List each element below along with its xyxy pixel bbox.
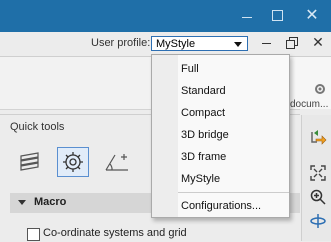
close-icon[interactable]: ✕ <box>296 0 328 32</box>
coordinate-systems-checkbox[interactable] <box>27 228 40 241</box>
fit-view-icon[interactable] <box>309 164 327 182</box>
quick-tools-title: Quick tools <box>10 121 65 133</box>
document-restore-icon[interactable] <box>286 37 298 49</box>
profile-option-compact[interactable]: Compact <box>152 103 289 125</box>
profile-option-standard[interactable]: Standard <box>152 81 289 103</box>
gear-icon[interactable] <box>57 147 89 177</box>
right-toolbar <box>301 115 331 241</box>
zoom-in-icon[interactable] <box>309 188 327 206</box>
orbit-icon[interactable] <box>309 212 327 230</box>
profile-option-full[interactable]: Full <box>152 59 289 81</box>
minimize-icon[interactable] <box>232 0 262 32</box>
user-profile-dropdown-menu: Full Standard Compact 3D bridge 3D frame… <box>151 54 290 218</box>
layers-icon[interactable] <box>14 147 46 177</box>
profile-option-configurations[interactable]: Configurations... <box>152 196 289 218</box>
profile-option-3d-bridge[interactable]: 3D bridge <box>152 125 289 147</box>
maximize-icon[interactable] <box>262 0 292 32</box>
document-close-icon[interactable]: ✕ <box>311 34 325 52</box>
dropdown-separator <box>178 192 289 193</box>
user-profile-label: User profile: <box>91 37 151 49</box>
coordinate-systems-label: Co-ordinate systems and grid <box>43 227 187 239</box>
window-title-bar: ✕ <box>0 0 331 32</box>
chevron-down-icon <box>18 200 26 205</box>
profile-option-3d-frame[interactable]: 3D frame <box>152 147 289 169</box>
chevron-down-icon <box>234 42 242 47</box>
macro-section-title: Macro <box>34 196 67 208</box>
profile-option-mystyle[interactable]: MyStyle <box>152 169 289 191</box>
user-profile-select[interactable]: MyStyle <box>151 36 248 51</box>
import-arrow-icon[interactable] <box>309 129 327 147</box>
settings-gear-icon[interactable] <box>313 82 327 96</box>
document-minimize-icon[interactable] <box>262 43 271 44</box>
ribbon-truncated-label: docum... <box>290 99 329 110</box>
user-profile-selected-value: MyStyle <box>156 38 196 50</box>
angle-plus-icon[interactable] <box>101 147 133 177</box>
